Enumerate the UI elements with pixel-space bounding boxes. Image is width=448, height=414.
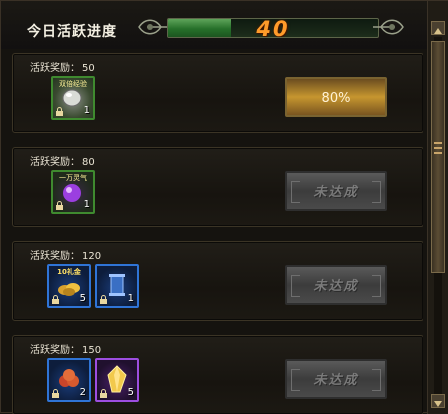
reward-list: 活跃奖励： 50 双倍经验 1 80% 活跃奖励： 80 一万灵气 1 未达成 … <box>9 49 423 414</box>
progress-value: 40 <box>256 18 290 38</box>
right-ornament-icon <box>373 19 404 35</box>
item-count: 5 <box>79 293 86 304</box>
purple-orb-icon <box>63 184 81 202</box>
scroll-grip <box>434 152 442 154</box>
claim-button-label: 80% <box>321 91 351 106</box>
reward-label-text: 活跃奖励： <box>30 251 80 262</box>
reward-card: 活跃奖励： 120 10礼金 5 1 未达成 <box>12 241 423 321</box>
purple-orb-item[interactable]: 一万灵气 1 <box>51 170 95 214</box>
item-count: 1 <box>83 105 90 116</box>
progress-track: 40 <box>167 18 379 38</box>
reward-label: 活跃奖励： 120 <box>30 247 101 262</box>
panel-title: 今日活跃进度 <box>27 24 117 40</box>
reward-label-text: 活跃奖励： <box>30 63 80 74</box>
lock-icon <box>100 295 107 304</box>
gold-crystal-item[interactable]: 5 <box>95 358 139 402</box>
scroll-item[interactable]: 1 <box>95 264 139 308</box>
gold-coins-item[interactable]: 10礼金 5 <box>47 264 91 308</box>
left-ornament-icon <box>138 19 169 35</box>
reward-points: 120 <box>82 251 102 262</box>
scroll-down-button[interactable] <box>431 394 445 408</box>
scrollbar[interactable] <box>427 1 448 414</box>
scroll-up-button[interactable] <box>431 21 445 35</box>
item-count: 1 <box>127 293 134 304</box>
red-gems-icon <box>59 369 79 387</box>
lock-icon <box>56 201 63 210</box>
activity-progress-bar: 40 <box>137 13 405 43</box>
activity-panel: 今日活跃进度 40 活跃奖励： 50 双倍经验 1 80% 活跃奖励： 80 一… <box>0 0 448 414</box>
double-exp-item[interactable]: 双倍经验 1 <box>51 76 95 120</box>
item-count: 5 <box>127 387 134 398</box>
lock-icon <box>52 295 59 304</box>
arrow-down-icon <box>434 401 442 407</box>
item-tag: 10礼金 <box>57 268 81 276</box>
arrow-up-icon <box>434 28 442 34</box>
coins-icon <box>58 283 80 296</box>
claim-button-label: 未达成 <box>313 373 359 388</box>
claim-button-label: 未达成 <box>313 185 359 200</box>
lock-icon <box>100 389 107 398</box>
panel-header: 今日活跃进度 40 <box>1 1 427 49</box>
item-tag: 一万灵气 <box>59 174 87 182</box>
reward-card: 活跃奖励： 50 双倍经验 1 80% <box>12 53 423 133</box>
reward-points: 150 <box>82 345 102 356</box>
claim-button-disabled[interactable]: 未达成 <box>285 171 387 211</box>
scroll-icon <box>109 274 125 296</box>
claim-button-disabled[interactable]: 未达成 <box>285 359 387 399</box>
item-count: 1 <box>83 199 90 210</box>
claim-button[interactable]: 80% <box>285 77 387 117</box>
item-tag: 双倍经验 <box>59 80 87 88</box>
scroll-grip <box>434 142 442 144</box>
reward-label: 活跃奖励： 50 <box>30 59 95 74</box>
pearl-icon <box>62 89 82 107</box>
claim-button-label: 未达成 <box>313 279 359 294</box>
item-count: 2 <box>79 387 86 398</box>
lock-icon <box>56 107 63 116</box>
scroll-grip <box>434 147 442 149</box>
lock-icon <box>52 389 59 398</box>
claim-button-disabled[interactable]: 未达成 <box>285 265 387 305</box>
reward-label-text: 活跃奖励： <box>30 157 80 168</box>
reward-card: 活跃奖励： 80 一万灵气 1 未达成 <box>12 147 423 227</box>
reward-card: 活跃奖励： 150 2 5 未达成 <box>12 335 423 414</box>
red-gems-item[interactable]: 2 <box>47 358 91 402</box>
scroll-thumb[interactable] <box>431 41 445 273</box>
gold-crystal-icon <box>107 365 127 393</box>
reward-points: 50 <box>82 63 95 74</box>
reward-label: 活跃奖励： 80 <box>30 153 95 168</box>
reward-label-text: 活跃奖励： <box>30 345 80 356</box>
reward-label: 活跃奖励： 150 <box>30 341 101 356</box>
reward-points: 80 <box>82 157 95 168</box>
